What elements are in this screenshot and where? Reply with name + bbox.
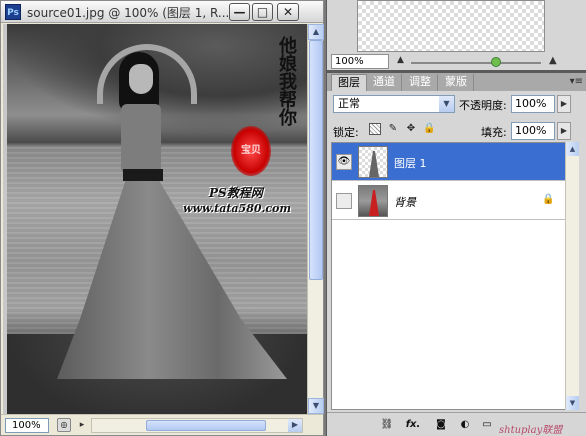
panels-dock: 100% ▲ ▲ 图层 通道 调整 蒙版 ▾≡ 正常 ▼ 不透明度: 100% … [326, 0, 586, 436]
document-canvas[interactable]: 他娘我帮你 宝贝 PS教程网 www.tata580.com [3, 24, 307, 414]
layers-tabbar: 图层 通道 调整 蒙版 ▾≡ [327, 73, 586, 91]
layer-row[interactable]: 👁 图层 1 [332, 143, 578, 181]
vertical-scroll-thumb[interactable] [309, 40, 323, 280]
document-titlebar[interactable]: Ps source01.jpg @ 100% (图层 1, R... — □ ✕ [1, 1, 323, 23]
vertical-scrollbar[interactable]: ▲ ▼ [307, 24, 324, 414]
lock-icon: 🔒 [542, 194, 555, 205]
group-icon[interactable]: ▭ [479, 418, 495, 432]
tab-adjustments[interactable]: 调整 [403, 74, 438, 91]
document-window: Ps source01.jpg @ 100% (图层 1, R... — □ ✕ [0, 0, 324, 436]
scroll-up-icon[interactable]: ▲ [566, 142, 579, 156]
layer-name[interactable]: 背景 [394, 194, 416, 210]
scroll-down-icon[interactable]: ▼ [566, 396, 579, 410]
photo-image: 他娘我帮你 宝贝 PS教程网 www.tata580.com [7, 24, 307, 414]
watermark-title: PS教程网 [209, 186, 263, 200]
tab-layers[interactable]: 图层 [331, 74, 367, 91]
tab-masks[interactable]: 蒙版 [439, 74, 474, 91]
horizontal-scrollbar[interactable]: ▶ [91, 418, 303, 433]
layers-list: 👁 图层 1 背景 🔒 [331, 142, 579, 410]
blend-mode-value: 正常 [338, 97, 360, 110]
photoshop-logo-icon: Ps [5, 4, 21, 20]
zoom-slider-knob[interactable] [491, 57, 501, 67]
maximize-button[interactable]: □ [252, 3, 273, 21]
panel-menu-icon[interactable]: ▾≡ [570, 76, 583, 87]
black-sash [123, 169, 163, 181]
mask-icon[interactable]: ◙ [433, 418, 449, 432]
layers-bottom-bar: ⛓ fx. ◙ ◐ ▭ shtuplay联盟 [327, 412, 586, 436]
lock-position-icon[interactable]: ✥ [405, 123, 417, 135]
maximize-icon: □ [256, 5, 269, 19]
navigator-preview[interactable] [357, 0, 545, 52]
lock-image-pixels-icon[interactable]: ✎ [387, 123, 399, 135]
lock-label: 锁定: [333, 126, 359, 139]
face [129, 64, 153, 94]
close-button[interactable]: ✕ [277, 3, 299, 21]
fill-field[interactable]: 100% [511, 122, 555, 140]
zoom-slider-track[interactable] [411, 62, 541, 64]
link-icon[interactable]: ⛓ [379, 418, 395, 432]
lock-all-icon[interactable]: 🔒 [423, 123, 435, 135]
scroll-right-icon[interactable]: ▶ [288, 419, 302, 432]
close-icon: ✕ [282, 5, 294, 19]
adjustment-icon[interactable]: ◐ [457, 418, 473, 432]
photoshop-workspace: Ps source01.jpg @ 100% (图层 1, R... — □ ✕ [0, 0, 586, 436]
horizontal-scroll-thumb[interactable] [146, 420, 266, 431]
lock-transparent-pixels-icon[interactable] [369, 123, 381, 135]
visibility-toggle[interactable] [336, 193, 352, 209]
layer-name[interactable]: 图层 1 [394, 155, 427, 171]
layer-row[interactable]: 背景 🔒 [332, 182, 578, 220]
zoom-in-icon[interactable]: ▲ [549, 55, 557, 66]
document-info-icon[interactable]: ◎ [57, 418, 71, 432]
navigator-zoom-field[interactable]: 100% [331, 54, 389, 69]
fill-label: 填充: [481, 126, 507, 139]
opacity-label: 不透明度: [459, 99, 507, 112]
watermark-url: www.tata580.com [183, 202, 292, 215]
fill-slider-arrow-icon[interactable]: ▶ [557, 122, 571, 140]
zoom-field[interactable]: 100% [5, 418, 49, 433]
blend-mode-select[interactable]: 正常 ▼ [333, 95, 455, 113]
eye-icon[interactable]: 👁 [336, 154, 352, 170]
layer-thumbnail [358, 146, 388, 178]
minimize-icon: — [233, 5, 246, 19]
bodice [121, 104, 161, 174]
red-seal-stamp: 宝贝 [231, 126, 271, 176]
scroll-up-icon[interactable]: ▲ [308, 24, 324, 40]
opacity-field[interactable]: 100% [511, 95, 555, 113]
document-title: source01.jpg @ 100% (图层 1, R... [27, 6, 230, 20]
scroll-down-icon[interactable]: ▼ [308, 398, 324, 414]
status-bar: 100% ◎ ▸ ▶ [1, 414, 323, 435]
chevron-down-icon[interactable]: ▼ [439, 96, 454, 112]
opacity-slider-arrow-icon[interactable]: ▶ [557, 95, 571, 113]
layers-scrollbar[interactable]: ▲ ▼ [565, 142, 579, 410]
status-menu-arrow-icon[interactable]: ▸ [75, 418, 89, 433]
layer-thumbnail [358, 185, 388, 217]
zoom-out-icon[interactable]: ▲ [397, 55, 404, 65]
corner-watermark: shtuplay联盟 [499, 425, 563, 436]
fx-icon[interactable]: fx. [405, 418, 421, 432]
tab-channels[interactable]: 通道 [367, 74, 402, 91]
minimize-button[interactable]: — [229, 3, 250, 21]
